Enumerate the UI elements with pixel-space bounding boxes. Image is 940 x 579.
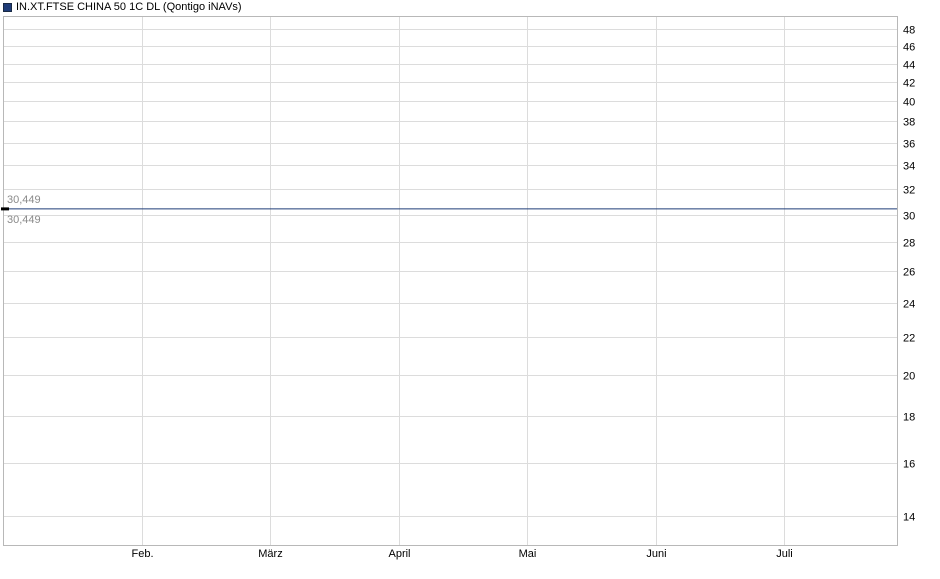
y-gridlines (4, 29, 897, 517)
y-tick-label: 22 (903, 333, 915, 345)
series-layer (1, 207, 897, 211)
y-tick-label: 30 (903, 211, 915, 223)
x-gridlines (142, 17, 785, 545)
y-tick-label: 40 (903, 97, 915, 109)
annotation-layer: 30,449 30,449 (7, 194, 41, 226)
x-tick-label: Mai (519, 548, 537, 560)
y-tick-label: 42 (903, 78, 915, 90)
x-tick-label: Juni (646, 548, 666, 560)
y-tick-label: 38 (903, 117, 915, 129)
x-tick-label: März (258, 548, 282, 560)
y-tick-label: 20 (903, 371, 915, 383)
y-tick-label: 26 (903, 267, 915, 279)
x-tick-label: April (388, 548, 410, 560)
series-start-marker (1, 207, 9, 211)
y-tick-label: 32 (903, 185, 915, 197)
y-tick-label: 34 (903, 161, 915, 173)
y-tick-label: 14 (903, 512, 915, 524)
y-tick-label: 36 (903, 139, 915, 151)
x-tick-label: Feb. (131, 548, 153, 560)
x-tick-label: Juli (776, 548, 793, 560)
x-axis-tick-labels: Feb. März April Mai Juni Juli (131, 548, 792, 560)
y-tick-label: 16 (903, 459, 915, 471)
y-tick-label: 24 (903, 299, 915, 311)
price-annotation: 30,449 (7, 214, 41, 226)
y-tick-label: 18 (903, 412, 915, 424)
y-tick-label: 48 (903, 25, 915, 37)
y-tick-label: 28 (903, 238, 915, 250)
price-annotation: 30,449 (7, 194, 41, 206)
y-axis-tick-labels: 14 16 18 20 22 24 26 28 30 32 34 36 38 40 42 44 46 48 (903, 25, 915, 524)
y-tick-label: 46 (903, 42, 915, 54)
y-tick-label: 44 (903, 60, 915, 72)
plot-frame (3, 16, 898, 546)
line-chart: 14 16 18 20 22 24 26 28 30 32 34 36 38 40 42 44 46 48 Feb… (1, 16, 915, 560)
